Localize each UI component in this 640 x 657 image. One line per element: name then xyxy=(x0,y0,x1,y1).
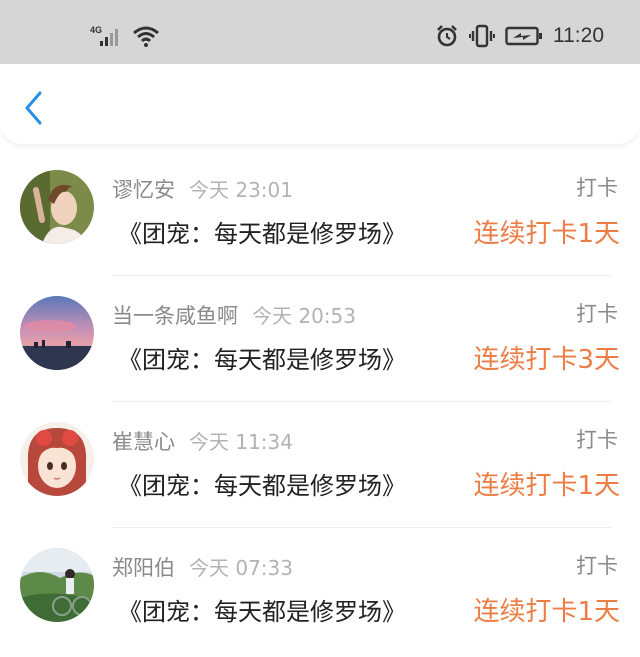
timestamp: 今天 20:53 xyxy=(252,304,356,328)
chevron-left-icon xyxy=(25,91,42,125)
list-item[interactable]: 郑阳伯 今天 07:33 打卡 《团宠：每天都是修罗场》 连续打卡1天 xyxy=(0,528,640,654)
timestamp: 今天 23:01 xyxy=(189,178,293,202)
user-name-text: 郑阳伯 xyxy=(112,556,175,580)
clock-time: 11:20 xyxy=(553,24,604,47)
avatar[interactable] xyxy=(20,296,94,370)
user-name-text: 当一条咸鱼啊 xyxy=(112,304,238,328)
record-type-label: 打卡 xyxy=(576,302,618,326)
nav-bar xyxy=(0,64,640,144)
user-name-text: 崔慧心 xyxy=(112,430,175,454)
list-item[interactable]: 谬忆安 今天 23:01 打卡 《团宠：每天都是修罗场》 连续打卡1天 xyxy=(0,150,640,276)
streak-badge: 连续打卡1天 xyxy=(473,471,620,501)
wifi-icon xyxy=(133,26,159,47)
user-name: 谬忆安 今天 23:01 xyxy=(112,174,293,204)
avatar[interactable] xyxy=(20,170,94,244)
record-type-label: 打卡 xyxy=(576,428,618,452)
list-item[interactable]: 崔慧心 今天 11:34 打卡 《团宠：每天都是修罗场》 连续打卡1天 xyxy=(0,402,640,528)
user-name-text: 谬忆安 xyxy=(112,178,175,202)
streak-badge: 连续打卡3天 xyxy=(473,345,620,375)
book-title: 《团宠：每天都是修罗场》 xyxy=(118,472,406,500)
status-right: 11:20 xyxy=(435,22,604,50)
avatar[interactable] xyxy=(20,422,94,496)
timestamp: 今天 11:34 xyxy=(189,430,293,454)
streak-badge: 连续打卡1天 xyxy=(473,597,620,627)
book-title: 《团宠：每天都是修罗场》 xyxy=(118,220,406,248)
list-item[interactable]: 当一条咸鱼啊 今天 20:53 打卡 《团宠：每天都是修罗场》 连续打卡3天 xyxy=(0,276,640,402)
battery-charging-icon xyxy=(505,26,542,46)
status-bar: 4G 11:20 xyxy=(0,0,640,64)
user-name: 当一条咸鱼啊 今天 20:53 xyxy=(112,300,356,330)
network-label: 4G xyxy=(90,25,102,35)
timestamp: 今天 07:33 xyxy=(189,556,293,580)
book-title: 《团宠：每天都是修罗场》 xyxy=(118,346,406,374)
user-name: 崔慧心 今天 11:34 xyxy=(112,426,293,456)
alarm-icon xyxy=(437,25,457,47)
back-button[interactable] xyxy=(20,90,50,126)
book-title: 《团宠：每天都是修罗场》 xyxy=(118,598,406,626)
record-type-label: 打卡 xyxy=(576,554,618,578)
signal-icon: 4G xyxy=(90,25,118,46)
user-name: 郑阳伯 今天 07:33 xyxy=(112,552,293,582)
streak-badge: 连续打卡1天 xyxy=(473,219,620,249)
avatar[interactable] xyxy=(20,548,94,622)
record-type-label: 打卡 xyxy=(576,176,618,200)
vibrate-icon xyxy=(469,24,495,48)
status-left: 4G xyxy=(90,22,160,50)
